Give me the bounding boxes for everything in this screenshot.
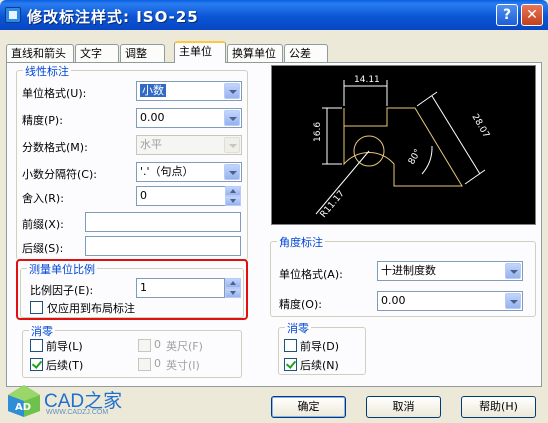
ok-button[interactable]: 确定 — [271, 396, 346, 418]
tab-tolerances[interactable]: 公差 — [284, 44, 328, 62]
part-outline — [343, 107, 463, 187]
trailing-zero-label[interactable]: 后续(T) — [46, 357, 83, 373]
tab-fit[interactable]: 调整 — [120, 44, 165, 62]
fraction-format-select: 水平 — [136, 135, 242, 155]
angular-dimensions-title: 角度标注 — [277, 234, 325, 250]
angle-unit-format-select[interactable]: 十进制度数 — [377, 261, 523, 281]
title-bar[interactable]: 修改标注样式: ISO-25 ? ✕ — [0, 0, 548, 30]
help-button[interactable]: 帮助(H) — [461, 396, 536, 418]
help-icon[interactable]: ? — [496, 4, 518, 26]
spin-down-icon[interactable] — [225, 196, 241, 206]
suffix-input[interactable] — [85, 236, 241, 256]
round-off-label: 舍入(R): — [22, 192, 64, 205]
chevron-down-icon[interactable] — [505, 293, 521, 309]
dim-arc-angle — [421, 145, 433, 175]
tab-primary-units[interactable]: 主单位 — [174, 41, 226, 63]
angle-precision-label: 精度(O): — [279, 298, 322, 311]
tab-lines-arrows[interactable]: 直线和箭头 — [6, 44, 74, 62]
round-off-spinner[interactable] — [225, 186, 241, 206]
dim-line-right — [431, 95, 481, 175]
angle-zero-suppression-title: 消零 — [285, 320, 311, 336]
dim-text-top: 14.11 — [354, 75, 380, 85]
angle-unit-format-label: 单位格式(A): — [279, 268, 343, 281]
angle-unit-format-value: 十进制度数 — [381, 264, 436, 277]
feet-zero-label: 英尺(F) — [166, 340, 203, 353]
chevron-down-icon[interactable] — [224, 110, 240, 126]
logo-url: WWW.CADZJ.COM — [46, 409, 109, 416]
decimal-separator-label: 小数分隔符(C): — [22, 168, 97, 181]
dim-text-right: 28.07 — [469, 113, 491, 140]
chevron-down-icon — [224, 137, 240, 153]
tab-text[interactable]: 文字 — [75, 44, 119, 62]
decimal-separator-value: '.'（句点） — [140, 165, 194, 178]
feet-zero-value: 0 — [154, 338, 161, 351]
dim-line-radius — [315, 150, 370, 215]
linear-dimensions-title: 线性标注 — [23, 63, 71, 79]
tab-alternate-units[interactable]: 换算单位 — [227, 44, 283, 62]
angle-precision-select[interactable]: 0.00 — [377, 291, 523, 311]
trailing-zero-checkbox[interactable] — [30, 358, 43, 371]
close-icon[interactable]: ✕ — [521, 4, 543, 26]
leading-zero-checkbox[interactable] — [30, 339, 43, 352]
inch-zero-label: 英寸(I) — [166, 359, 200, 372]
chevron-down-icon[interactable] — [224, 83, 240, 99]
chevron-down-icon[interactable] — [505, 263, 521, 279]
angle-trailing-zero-label[interactable]: 后续(N) — [300, 357, 339, 373]
prefix-input[interactable] — [85, 212, 241, 232]
feet-zero-checkbox — [138, 339, 151, 352]
dim-text-angle: 80° — [407, 148, 424, 167]
fraction-format-value: 水平 — [140, 138, 162, 151]
svg-text:AD: AD — [15, 402, 31, 413]
watermark-logo: AD CAD之家 WWW.CADZJ.COM — [6, 383, 166, 419]
precision-label: 精度(P): — [22, 114, 63, 127]
app-icon — [5, 7, 21, 23]
spin-up-icon[interactable] — [225, 186, 241, 196]
fraction-format-label: 分数格式(M): — [22, 141, 88, 154]
dim-text-left: 16.6 — [313, 122, 323, 142]
precision-select[interactable]: 0.00 — [136, 108, 242, 128]
angle-trailing-zero-checkbox[interactable] — [284, 358, 297, 371]
angle-leading-zero-checkbox[interactable] — [284, 339, 297, 352]
logo-icon: AD — [8, 385, 40, 417]
decimal-separator-select[interactable]: '.'（句点） — [136, 162, 242, 182]
chevron-down-icon[interactable] — [224, 164, 240, 180]
suffix-label: 后缀(S): — [22, 242, 64, 255]
leading-zero-label[interactable]: 前导(L) — [46, 338, 83, 354]
highlight-annotation-box — [16, 259, 248, 320]
unit-format-select[interactable]: 小数 — [136, 81, 242, 101]
inch-zero-checkbox — [138, 358, 151, 371]
unit-format-value: 小数 — [140, 84, 166, 97]
inch-zero-value: 0 — [154, 357, 161, 370]
cancel-button[interactable]: 取消 — [366, 396, 441, 418]
zero-suppression-title: 消零 — [29, 323, 55, 339]
angle-leading-zero-label[interactable]: 前导(D) — [300, 338, 339, 354]
precision-value: 0.00 — [140, 111, 165, 124]
window-title: 修改标注样式: ISO-25 — [27, 8, 199, 26]
preview-drawing: 14.11 16.6 28.07 80° R11.17 — [313, 75, 491, 220]
angle-precision-value: 0.00 — [381, 294, 406, 307]
dimension-preview: 14.11 16.6 28.07 80° R11.17 — [271, 65, 536, 225]
prefix-label: 前缀(X): — [22, 218, 64, 231]
unit-format-label: 单位格式(U): — [22, 87, 87, 100]
